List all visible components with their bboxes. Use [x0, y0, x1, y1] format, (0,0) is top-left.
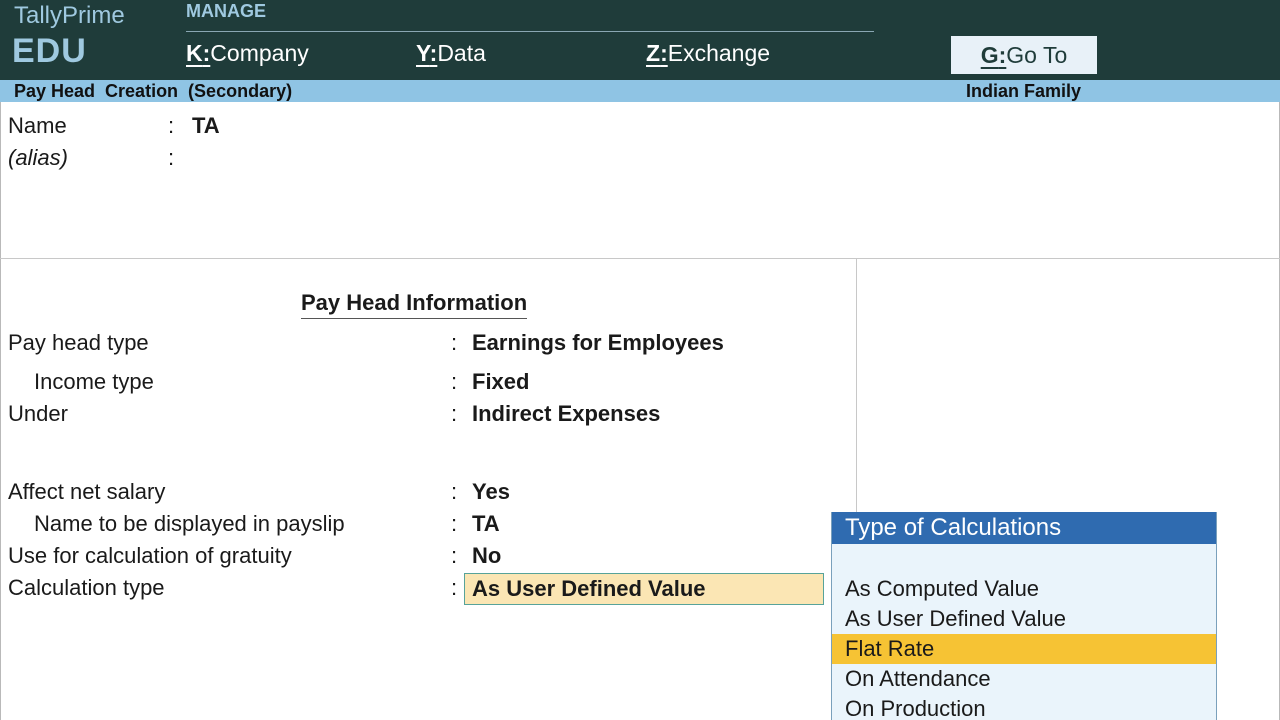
section-divider: [186, 31, 874, 32]
income-type-field[interactable]: Fixed: [472, 369, 529, 395]
calculation-type-value: As User Defined Value: [472, 576, 706, 601]
company-name: Indian Family: [966, 81, 1082, 101]
shortcut-key: Y: [416, 40, 430, 66]
gratuity-field[interactable]: No: [472, 543, 501, 569]
option-flat-rate[interactable]: Flat Rate: [832, 634, 1216, 664]
shortcut-key: Z: [646, 40, 661, 66]
goto-label: Go To: [1006, 42, 1068, 68]
section-divider-horizontal: [0, 258, 1280, 259]
pay-head-type-field[interactable]: Earnings for Employees: [472, 330, 724, 356]
colon: :: [168, 145, 175, 170]
shortcut-key: K: [186, 40, 203, 66]
affect-net-salary-field[interactable]: Yes: [472, 479, 510, 505]
section-label: MANAGE: [186, 1, 266, 21]
alias-label: (alias): [8, 145, 68, 170]
option-as-computed-value[interactable]: As Computed Value: [832, 574, 1216, 604]
list-header: Type of Calculations: [832, 512, 1216, 544]
payslip-name-label: Name to be displayed in payslip: [34, 511, 345, 536]
edition-label: EDU: [12, 32, 87, 70]
colon: :: [451, 543, 458, 568]
list-title: Type of Calculations: [845, 514, 1062, 541]
gratuity-label: Use for calculation of gratuity: [8, 543, 292, 568]
calculation-type-label: Calculation type: [8, 575, 165, 600]
option-as-user-defined-value[interactable]: As User Defined Value: [832, 604, 1216, 634]
colon: :: [451, 369, 458, 394]
product-name: TallyPrime: [14, 2, 125, 29]
colon: :: [451, 479, 458, 504]
affect-net-salary-label: Affect net salary: [8, 479, 166, 504]
income-type-label: Income type: [34, 369, 154, 394]
menu-label: Company: [210, 40, 309, 66]
screen-title: Pay Head Creation (Secondary): [14, 81, 293, 101]
colon: :: [168, 113, 175, 138]
pay-head-type-label: Pay head type: [8, 330, 149, 355]
option-on-attendance[interactable]: On Attendance: [832, 664, 1216, 694]
name-label: Name: [8, 113, 67, 138]
colon: :: [451, 330, 458, 355]
menu-data[interactable]: Y:Data: [416, 40, 486, 67]
payslip-name-field[interactable]: TA: [472, 511, 500, 537]
top-bar: TallyPrime EDU MANAGE K:Company Y:Data Z…: [0, 0, 1280, 80]
alias-field[interactable]: [192, 145, 492, 171]
menu-company[interactable]: K:Company: [186, 40, 309, 67]
pay-head-info-title: Pay Head Information: [301, 290, 528, 319]
option-on-production[interactable]: On Production: [832, 694, 1216, 720]
under-field[interactable]: Indirect Expenses: [472, 401, 660, 427]
screen-title-bar: Pay Head Creation (Secondary) Indian Fam…: [0, 80, 1280, 102]
menu-label: Data: [437, 40, 486, 66]
colon: :: [451, 511, 458, 536]
name-field[interactable]: TA: [192, 113, 220, 139]
calculation-type-list: Type of Calculations As Computed Value A…: [831, 512, 1217, 720]
shortcut-key: G: [980, 42, 999, 68]
under-label: Under: [8, 401, 68, 426]
menu-label: Exchange: [667, 40, 771, 66]
colon: :: [451, 575, 458, 600]
goto-button[interactable]: G:Go To: [951, 36, 1097, 74]
calculation-type-field[interactable]: As User Defined Value: [464, 573, 824, 605]
menu-exchange[interactable]: Z:Exchange: [646, 40, 770, 67]
colon: :: [451, 401, 458, 426]
